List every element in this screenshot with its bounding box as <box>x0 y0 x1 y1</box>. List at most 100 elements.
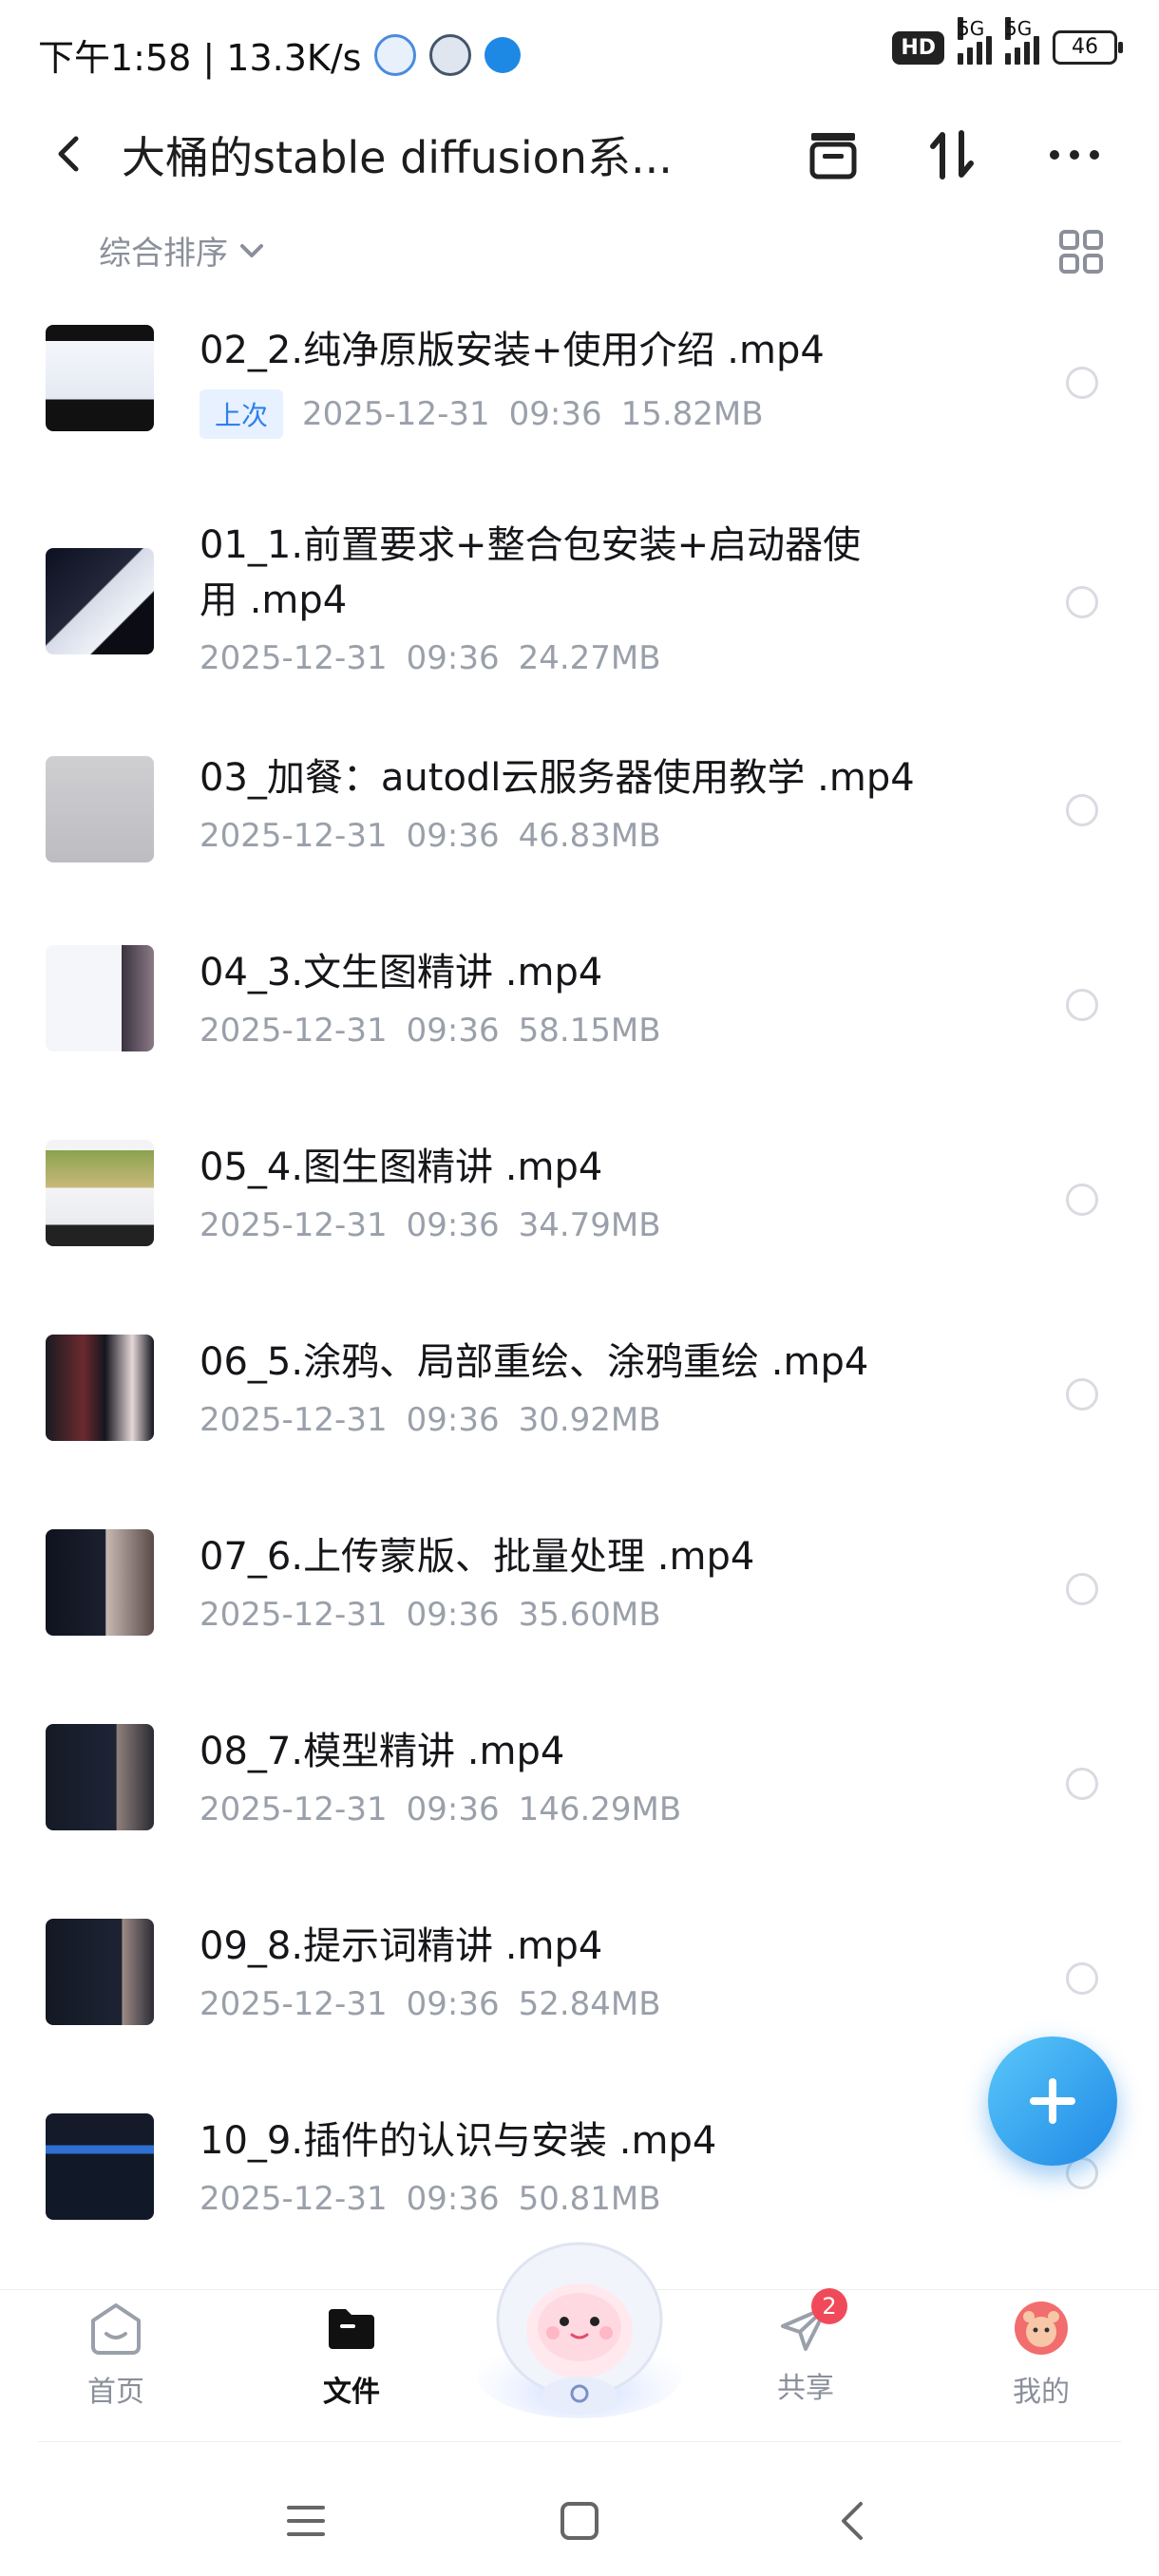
tab-files[interactable]: 文件 <box>285 2300 418 2410</box>
select-radio[interactable] <box>1066 794 1098 826</box>
file-time: 09:36 <box>406 1985 500 2023</box>
add-button[interactable] <box>988 2036 1117 2166</box>
video-thumbnail <box>46 1724 154 1830</box>
file-date: 2025-12-31 <box>302 395 490 433</box>
file-name: 01_1.前置要求+整合包安装+启动器使用 .mp4 <box>200 523 862 622</box>
notification-icon <box>429 33 472 76</box>
file-size: 146.29MB <box>518 1790 682 1828</box>
sort-dropdown[interactable]: 综合排序 <box>99 227 266 274</box>
archive-icon[interactable] <box>804 125 863 184</box>
file-size: 46.83MB <box>518 817 661 855</box>
list-item[interactable]: 04_3.文生图精讲 .mp4 2025-12-31 09:36 58.15MB <box>0 917 1159 1102</box>
file-date: 2025-12-31 <box>200 639 388 677</box>
file-size: 35.60MB <box>518 1596 661 1634</box>
select-radio[interactable] <box>1066 1962 1098 1995</box>
file-name: 02_2.纯净原版安装+使用介绍 .mp4 <box>200 329 825 372</box>
list-item[interactable]: 02_2.纯净原版安装+使用介绍 .mp4 上次 2025-12-31 09:3… <box>0 285 1159 475</box>
file-time: 09:36 <box>406 2180 500 2218</box>
tab-files-label: 文件 <box>323 2376 380 2409</box>
file-time: 09:36 <box>406 1790 500 1828</box>
home-icon <box>91 2303 141 2355</box>
file-name: 10_9.插件的认识与安装 .mp4 <box>200 2119 717 2163</box>
video-thumbnail <box>46 945 154 1051</box>
file-time: 09:36 <box>406 1401 500 1439</box>
avatar <box>1015 2301 1068 2355</box>
page-title: 大桶的stable diffusion系... <box>122 132 673 183</box>
divider <box>38 2441 1121 2442</box>
assistant-mascot-icon[interactable] <box>475 2232 684 2422</box>
select-radio[interactable] <box>1066 586 1098 618</box>
file-date: 2025-12-31 <box>200 1401 388 1439</box>
file-size: 34.79MB <box>518 1206 661 1244</box>
file-name: 06_5.涂鸦、局部重绘、涂鸦重绘 .mp4 <box>200 1340 869 1384</box>
sort-arrows-icon[interactable] <box>923 125 982 184</box>
file-date: 2025-12-31 <box>200 1985 388 2023</box>
tab-home[interactable]: 首页 <box>49 2300 182 2410</box>
file-time: 09:36 <box>406 1012 500 1050</box>
video-thumbnail <box>46 325 154 431</box>
tab-share[interactable]: 2 共享 <box>739 2288 872 2406</box>
video-thumbnail <box>46 2113 154 2220</box>
chevron-down-icon <box>240 243 263 257</box>
file-date: 2025-12-31 <box>200 1596 388 1634</box>
grid-view-icon[interactable] <box>1056 227 1106 276</box>
video-thumbnail <box>46 1140 154 1246</box>
file-size: 50.81MB <box>518 2180 661 2218</box>
signal-icon: 5G <box>958 17 992 65</box>
select-radio[interactable] <box>1066 1378 1098 1411</box>
status-bar: 下午1:58 | 13.3K/s HD 5G 5G 46 <box>0 0 1159 104</box>
file-date: 2025-12-31 <box>200 1206 388 1244</box>
top-header: 大桶的stable diffusion系... <box>0 104 1159 209</box>
hd-icon: HD <box>892 30 944 65</box>
file-time: 09:36 <box>508 395 602 433</box>
list-item[interactable]: 01_1.前置要求+整合包安装+启动器使用 .mp4 2025-12-31 09… <box>0 480 1159 708</box>
notification-icon <box>374 33 417 76</box>
video-thumbnail <box>46 1529 154 1636</box>
tab-home-label: 首页 <box>87 2376 144 2409</box>
chevron-left-icon[interactable] <box>48 131 93 177</box>
list-item[interactable]: 06_5.涂鸦、局部重绘、涂鸦重绘 .mp4 2025-12-31 09:36 … <box>0 1306 1159 1491</box>
file-name: 05_4.图生图精讲 .mp4 <box>200 1146 603 1189</box>
folder-icon <box>329 2309 374 2349</box>
more-dots-icon[interactable] <box>1045 125 1104 184</box>
notification-icon <box>484 36 522 73</box>
file-size: 52.84MB <box>518 1985 661 2023</box>
sort-label: 综合排序 <box>99 235 228 273</box>
file-name: 04_3.文生图精讲 .mp4 <box>200 951 603 994</box>
tab-mine-label: 我的 <box>1013 2376 1070 2409</box>
menu-icon[interactable] <box>285 2502 327 2540</box>
sort-bar: 综合排序 <box>0 214 1159 280</box>
signal-icon: 5G <box>1005 17 1039 65</box>
file-time: 09:36 <box>406 639 500 677</box>
battery-icon: 46 <box>1053 30 1123 65</box>
file-time: 09:36 <box>406 1596 500 1634</box>
file-date: 2025-12-31 <box>200 817 388 855</box>
list-item[interactable]: 05_4.图生图精讲 .mp4 2025-12-31 09:36 34.79MB <box>0 1111 1159 1297</box>
system-navigation-bar <box>0 2443 1159 2576</box>
file-size: 58.15MB <box>518 1012 661 1050</box>
video-thumbnail <box>46 756 154 862</box>
video-thumbnail <box>46 1335 154 1441</box>
list-item[interactable]: 03_加餐：autodl云服务器使用教学 .mp4 2025-12-31 09:… <box>0 722 1159 907</box>
video-thumbnail <box>46 548 154 654</box>
share-badge: 2 <box>811 2288 847 2324</box>
list-item[interactable]: 08_7.模型精讲 .mp4 2025-12-31 09:36 146.29MB <box>0 1695 1159 1881</box>
file-size: 24.27MB <box>518 639 661 677</box>
tab-share-label: 共享 <box>777 2372 834 2405</box>
file-name: 09_8.提示词精讲 .mp4 <box>200 1924 603 1968</box>
select-radio[interactable] <box>1066 989 1098 1021</box>
home-square-icon[interactable] <box>559 2500 600 2542</box>
select-radio[interactable] <box>1066 1573 1098 1605</box>
status-time: 下午1:58 | 13.3K/s <box>38 37 362 79</box>
file-name: 08_7.模型精讲 .mp4 <box>200 1730 565 1773</box>
select-radio[interactable] <box>1066 367 1098 399</box>
file-name: 03_加餐：autodl云服务器使用教学 .mp4 <box>200 756 915 800</box>
file-date: 2025-12-31 <box>200 2180 388 2218</box>
tab-mine[interactable]: 我的 <box>975 2300 1108 2410</box>
file-name: 07_6.上传蒙版、批量处理 .mp4 <box>200 1535 755 1579</box>
select-radio[interactable] <box>1066 1768 1098 1800</box>
select-radio[interactable] <box>1066 1184 1098 1216</box>
list-item[interactable]: 07_6.上传蒙版、批量处理 .mp4 2025-12-31 09:36 35.… <box>0 1501 1159 1686</box>
back-triangle-icon[interactable] <box>836 2500 870 2542</box>
list-item[interactable]: 09_8.提示词精讲 .mp4 2025-12-31 09:36 52.84MB <box>0 1890 1159 2075</box>
